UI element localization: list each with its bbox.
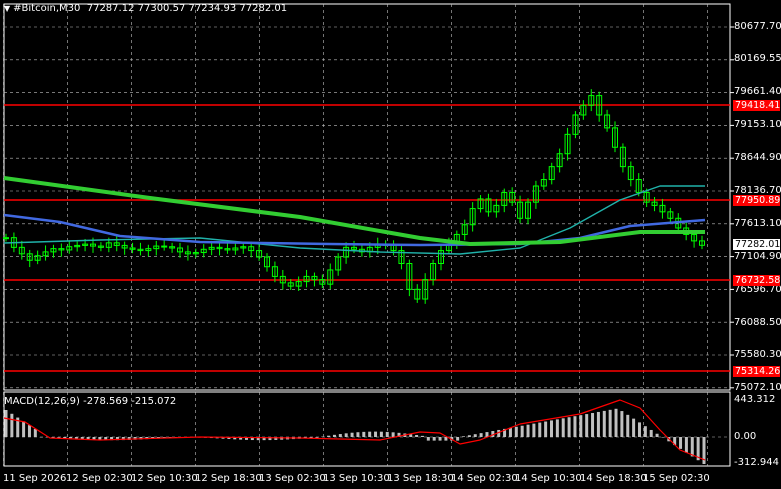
time-tick: 13 Sep 10:30 <box>323 473 390 484</box>
time-tick: 12 Sep 18:30 <box>195 473 262 484</box>
current-price-label: 77282.01 <box>733 239 781 250</box>
price-tick: 77104.90 <box>734 251 781 262</box>
price-tick: 75072.10 <box>734 382 781 393</box>
time-tick: 13 Sep 02:30 <box>259 473 326 484</box>
macd-axis-tick: 0.00 <box>734 431 757 442</box>
macd-axis-tick: 443.312 <box>734 394 776 405</box>
price-tick: 79153.10 <box>734 119 781 130</box>
price-pane-frame <box>3 3 731 391</box>
level-price-label: 79418.41 <box>733 100 781 111</box>
price-tick: 78644.90 <box>734 152 781 163</box>
time-tick: 13 Sep 18:30 <box>387 473 454 484</box>
price-tick: 76088.50 <box>734 317 781 328</box>
symbol-label: #Bitcoin,M30 <box>13 3 81 14</box>
price-tick: 75580.30 <box>734 349 781 360</box>
time-tick: 14 Sep 02:30 <box>451 473 518 484</box>
time-tick: 14 Sep 10:30 <box>515 473 582 484</box>
ohlc-readout: 77287.12 77300.57 77234.93 77282.01 <box>86 3 288 14</box>
macd-axis-tick: -312.944 <box>734 457 779 468</box>
time-tick: 12 Sep 02:30 <box>66 473 133 484</box>
level-price-label: 75314.26 <box>733 366 781 377</box>
time-tick: 14 Sep 18:30 <box>580 473 647 484</box>
macd-values: -278.569 -215.072 <box>83 396 177 407</box>
trading-chart[interactable]: ▼ #Bitcoin,M30 77287.12 77300.57 77234.93… <box>0 0 781 489</box>
time-tick: 11 Sep 2026 <box>3 473 67 484</box>
price-tick: 79661.40 <box>734 86 781 97</box>
price-tick: 80169.55 <box>734 53 781 64</box>
macd-header: MACD(12,26,9) -278.569 -215.072 <box>4 396 176 407</box>
time-tick: 12 Sep 10:30 <box>131 473 198 484</box>
level-price-label: 77950.89 <box>733 195 781 206</box>
candle-body <box>3 237 9 240</box>
price-tick: 77613.10 <box>734 218 781 229</box>
chart-header: ▼ #Bitcoin,M30 77287.12 77300.57 77234.93… <box>4 3 287 14</box>
dropdown-triangle-icon[interactable]: ▼ <box>4 4 10 13</box>
time-tick: 15 Sep 02:30 <box>643 473 710 484</box>
price-tick: 80677.70 <box>734 21 781 32</box>
macd-label: MACD(12,26,9) <box>4 396 80 407</box>
chart-canvas[interactable] <box>0 0 781 489</box>
level-price-label: 76732.58 <box>733 275 781 286</box>
candle-body <box>161 245 168 248</box>
